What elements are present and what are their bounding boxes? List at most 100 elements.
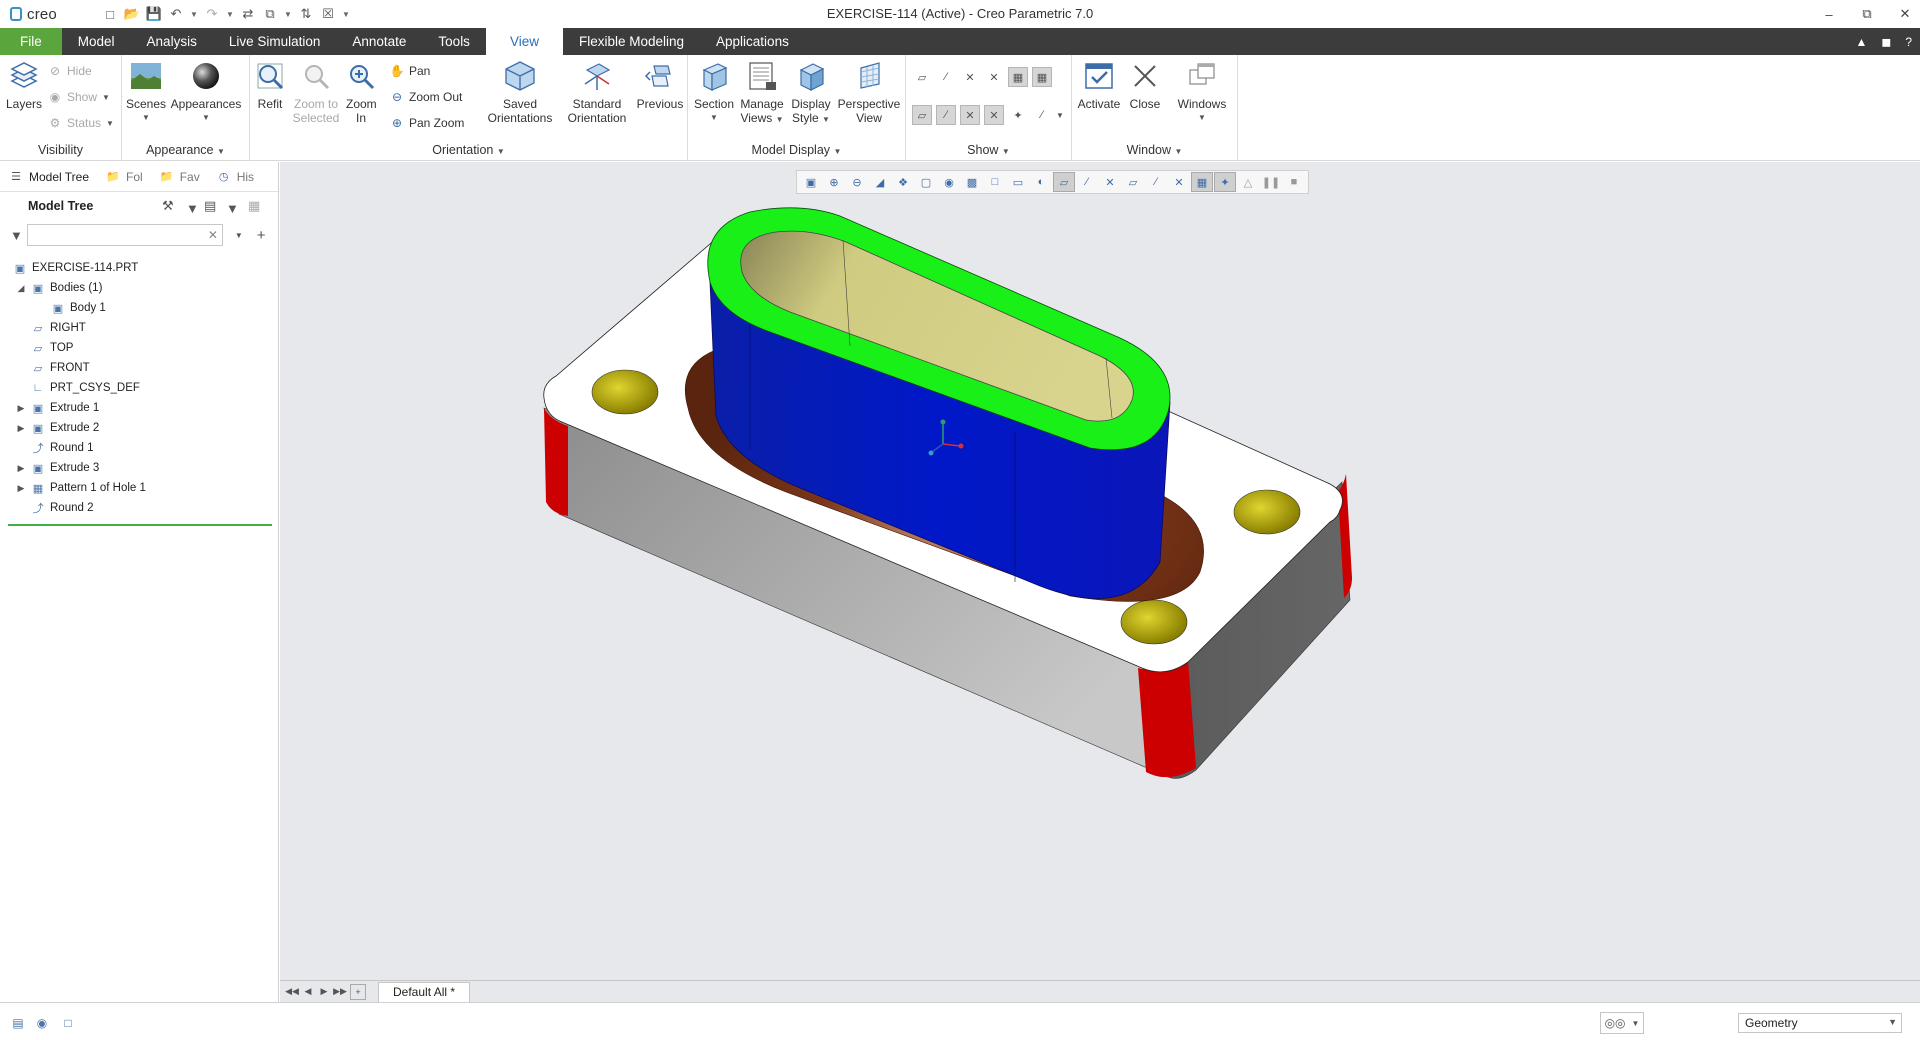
saved-orientations-button[interactable]: Saved Orientations bbox=[482, 59, 558, 125]
expand-icon[interactable]: ▶ bbox=[14, 481, 28, 495]
open-icon[interactable]: 📂 bbox=[124, 6, 140, 22]
tab-history[interactable]: ◷ His bbox=[208, 162, 262, 192]
clear-search-icon[interactable]: ✕ bbox=[208, 228, 218, 242]
show-button[interactable]: ◉ Show ▼ bbox=[48, 87, 110, 107]
csys-tag-display-icon[interactable]: ✕ bbox=[960, 105, 980, 125]
activate-button[interactable]: Activate bbox=[1076, 59, 1122, 111]
point-tag-display-icon[interactable]: ▦ bbox=[1032, 67, 1052, 87]
manage-views-button[interactable]: Manage Views ▼ bbox=[738, 59, 786, 127]
selection-filter-select[interactable]: Geometry ▼ bbox=[1738, 1013, 1902, 1033]
curve-display-icon[interactable]: ∕ bbox=[1032, 105, 1052, 125]
tree-node[interactable]: ∟ PRT_CSYS_DEF bbox=[0, 378, 278, 398]
axis-tag-display-icon[interactable]: ⁄ bbox=[936, 105, 956, 125]
tree-node[interactable]: ▶ ▣ Extrude 3 bbox=[0, 458, 278, 478]
undo-icon[interactable]: ↶ bbox=[168, 6, 184, 22]
tree-columns-icon[interactable]: ▦ bbox=[248, 198, 260, 214]
tree-node[interactable]: ⤴ Round 2 bbox=[0, 498, 278, 518]
find-button[interactable]: ◎◎ ▼ bbox=[1600, 1012, 1644, 1034]
redo-dropdown-icon[interactable]: ▼ bbox=[226, 6, 234, 22]
pan-zoom-button[interactable]: ⊕ Pan Zoom bbox=[390, 113, 464, 133]
hide-button[interactable]: ⊘ Hide bbox=[48, 61, 92, 81]
expand-icon[interactable]: ▶ bbox=[14, 421, 28, 435]
zoom-in-button[interactable]: Zoom In bbox=[344, 59, 378, 125]
group-label-show[interactable]: Show ▼ bbox=[906, 143, 1071, 157]
tree-node[interactable]: ◢ ▣ Bodies (1) bbox=[0, 278, 278, 298]
prev-tab-icon[interactable]: ◀ bbox=[300, 984, 316, 1000]
appearances-button[interactable]: Appearances ▼ bbox=[170, 59, 242, 125]
tree-node[interactable]: ▱ FRONT bbox=[0, 358, 278, 378]
annotation-display-icon[interactable]: ▱ bbox=[912, 105, 932, 125]
sketch-display-icon[interactable]: ✦ bbox=[1008, 105, 1028, 125]
tab-applications[interactable]: Applications bbox=[700, 28, 805, 55]
layers-button[interactable]: Layers bbox=[4, 59, 44, 111]
display-style-button[interactable]: Display Style ▼ bbox=[788, 59, 834, 127]
tab-view[interactable]: View bbox=[485, 28, 563, 55]
add-tab-icon[interactable]: + bbox=[350, 983, 366, 1000]
tab-annotate[interactable]: Annotate bbox=[336, 28, 422, 55]
first-tab-icon[interactable]: ◀◀ bbox=[284, 984, 300, 1000]
windows-icon[interactable]: ⧉ bbox=[262, 6, 278, 22]
next-tab-icon[interactable]: ▶ bbox=[316, 984, 332, 1000]
tab-model-tree[interactable]: ☰ Model Tree bbox=[0, 162, 97, 192]
tab-model[interactable]: Model bbox=[62, 28, 131, 55]
filter-icon[interactable]: ▼ bbox=[10, 228, 23, 243]
tab-analysis[interactable]: Analysis bbox=[131, 28, 213, 55]
tree-settings-dropdown-icon[interactable]: ▼ bbox=[186, 201, 199, 216]
zoom-out-button[interactable]: ⊖ Zoom Out bbox=[390, 87, 462, 107]
undo-dropdown-icon[interactable]: ▼ bbox=[190, 6, 198, 22]
plane-display-icon[interactable]: ▱ bbox=[912, 67, 932, 87]
group-label-orientation[interactable]: Orientation ▼ bbox=[250, 143, 687, 157]
tab-flexible-modeling[interactable]: Flexible Modeling bbox=[563, 28, 700, 55]
perspective-view-button[interactable]: Perspective View bbox=[836, 59, 902, 125]
standard-orientation-button[interactable]: Standard Orientation bbox=[562, 59, 632, 125]
tab-file[interactable]: File bbox=[0, 28, 62, 55]
plane-tag-display-icon[interactable]: ▦ bbox=[1008, 67, 1028, 87]
search-dropdown-icon[interactable]: ▼ bbox=[235, 231, 243, 240]
csys-display-icon[interactable]: ✕ bbox=[984, 67, 1004, 87]
regenerate-manager-icon[interactable]: ⇅ bbox=[298, 6, 314, 22]
point-display-icon[interactable]: ✕ bbox=[960, 67, 980, 87]
tree-node[interactable]: ▱ TOP bbox=[0, 338, 278, 358]
customize-qat-icon[interactable]: ▼ bbox=[342, 6, 350, 22]
tree-node[interactable]: ▱ RIGHT bbox=[0, 318, 278, 338]
tab-favorites[interactable]: 📁 Fav bbox=[151, 162, 208, 192]
group-label-model-display[interactable]: Model Display ▼ bbox=[688, 143, 905, 157]
windows-dropdown-icon[interactable]: ▼ bbox=[284, 6, 292, 22]
minimize-icon[interactable]: – bbox=[1822, 7, 1836, 22]
close-window-icon[interactable]: ☒ bbox=[320, 6, 336, 22]
section-button[interactable]: Section ▼ bbox=[692, 59, 736, 125]
regenerate-icon[interactable]: ⇄ bbox=[240, 6, 256, 22]
close-icon[interactable]: ✕ bbox=[1898, 6, 1912, 22]
windows-button[interactable]: Windows ▼ bbox=[1172, 59, 1232, 125]
add-filter-icon[interactable]: + bbox=[257, 227, 266, 244]
tab-folder-browser[interactable]: 📁 Fol bbox=[97, 162, 151, 192]
show-browser-icon[interactable]: ◉ bbox=[34, 1015, 50, 1031]
tree-node[interactable]: ▶ ▣ Extrude 1 bbox=[0, 398, 278, 418]
minimize-ribbon-icon[interactable]: ▲ bbox=[1855, 35, 1867, 49]
spin-center-display-icon[interactable]: ✕ bbox=[984, 105, 1004, 125]
save-icon[interactable]: 💾 bbox=[146, 6, 162, 22]
expand-icon[interactable]: ▶ bbox=[14, 401, 28, 415]
tab-live-simulation[interactable]: Live Simulation bbox=[213, 28, 337, 55]
show-more-dropdown-icon[interactable]: ▼ bbox=[1056, 111, 1064, 125]
full-screen-icon[interactable]: □ bbox=[60, 1015, 76, 1031]
help-icon[interactable]: ? bbox=[1905, 35, 1912, 49]
expand-icon[interactable]: ▶ bbox=[14, 461, 28, 475]
last-tab-icon[interactable]: ▶▶ bbox=[332, 984, 348, 1000]
show-tree-icon[interactable]: ▤ bbox=[204, 198, 216, 214]
show-navigator-icon[interactable]: ▤ bbox=[10, 1015, 26, 1031]
zoom-to-selected-button[interactable]: Zoom to Selected bbox=[290, 59, 342, 125]
tree-node[interactable]: ▣ EXERCISE-114.PRT bbox=[0, 258, 278, 278]
pan-button[interactable]: ✋ Pan bbox=[390, 61, 431, 81]
tree-settings-icon[interactable]: ⚒ bbox=[162, 198, 174, 214]
group-label-appearance[interactable]: Appearance ▼ bbox=[122, 143, 249, 157]
axis-display-icon[interactable]: ⁄ bbox=[936, 67, 956, 87]
model-3d-view[interactable] bbox=[280, 162, 1920, 980]
restore-icon[interactable]: ⧉ bbox=[1860, 6, 1874, 22]
insert-here-indicator[interactable] bbox=[8, 524, 272, 526]
tree-node[interactable]: ▶ ▣ Extrude 2 bbox=[0, 418, 278, 438]
close-button[interactable]: Close bbox=[1126, 59, 1164, 111]
graphics-window[interactable]: ▣ ⊕ ⊖ ◢ ❖ ▢ ◉ ▩ □ ▭ ◐ ▱ ⁄ ✕ ▱ ⁄ ✕ ▦ ✦ △ … bbox=[280, 162, 1920, 980]
tree-node[interactable]: ▣ Body 1 bbox=[0, 298, 278, 318]
previous-button[interactable]: Previous bbox=[634, 59, 686, 111]
